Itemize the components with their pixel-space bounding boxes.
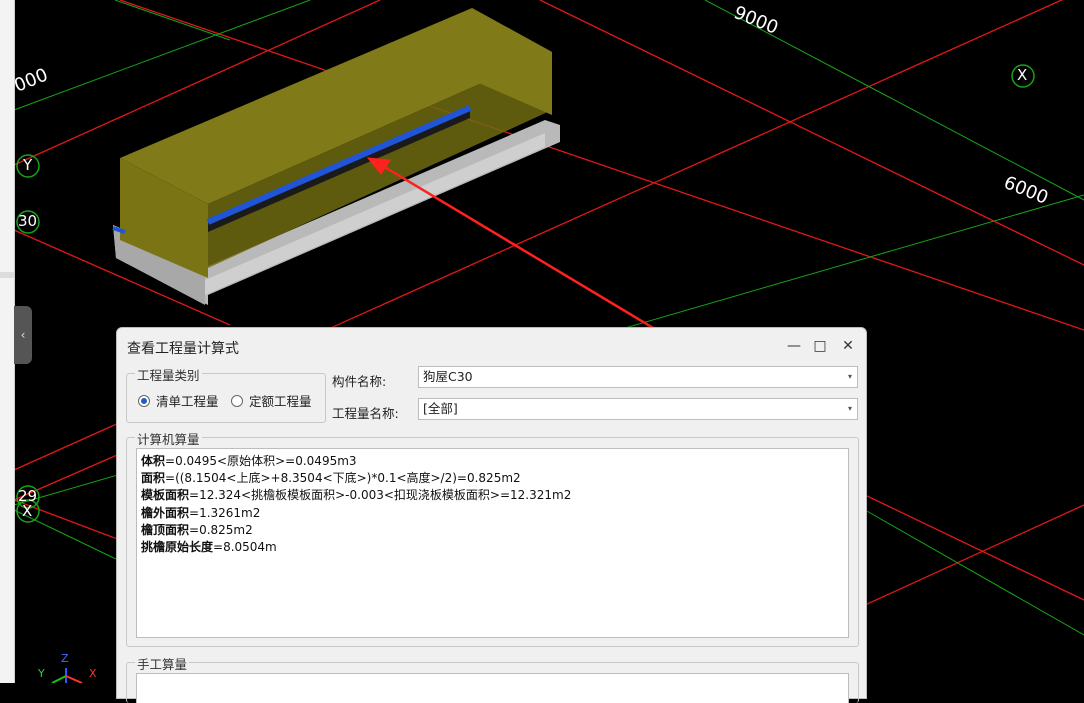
axis-triad bbox=[51, 668, 83, 683]
radio-checked-icon bbox=[138, 394, 150, 407]
formula-line: 面积=((8.1504<上底>+8.3504<下底>)*0.1<高度>/2)=0… bbox=[141, 471, 521, 486]
category-legend: 工程量类别 bbox=[135, 365, 202, 384]
maximize-button[interactable]: □ bbox=[810, 336, 830, 356]
grid-label-30: 30 bbox=[18, 212, 38, 230]
dialog-titlebar[interactable]: 查看工程量计算式 — □ ✕ bbox=[117, 328, 866, 364]
left-panel-strip bbox=[0, 0, 15, 683]
formula-line: 模板面积=12.324<挑檐板模板面积>-0.003<扣现浇板模板面积>=12.… bbox=[141, 488, 572, 503]
radio-unchecked-icon bbox=[231, 394, 243, 407]
collapse-panel-handle[interactable]: ‹ bbox=[14, 306, 32, 364]
formula-line: 檐外面积=1.3261m2 bbox=[141, 505, 261, 520]
close-button[interactable]: ✕ bbox=[838, 336, 858, 356]
axis-triad-x: X bbox=[89, 667, 97, 680]
computed-legend: 计算机算量 bbox=[135, 429, 202, 448]
minimize-icon: — bbox=[787, 338, 801, 354]
component-name-select[interactable]: 狗屋C30 ▾ bbox=[418, 366, 858, 388]
formula-line: 挑檐原始长度=8.0504m bbox=[141, 540, 277, 555]
radio-quota-label: 定额工程量 bbox=[249, 394, 312, 409]
manual-legend: 手工算量 bbox=[135, 654, 190, 673]
quantity-name-value: [全部] bbox=[423, 401, 458, 416]
quantity-formula-dialog: 查看工程量计算式 — □ ✕ 工程量类别 清单工程量 定额工程量 构件名称: 狗… bbox=[116, 327, 867, 703]
axis-triad-y: Y bbox=[38, 667, 45, 680]
dialog-title: 查看工程量计算式 bbox=[127, 341, 239, 357]
radio-quota-quantity[interactable]: 定额工程量 bbox=[231, 391, 312, 410]
axis-triad-z: Z bbox=[61, 652, 69, 665]
grid-label-x-left: X bbox=[22, 502, 33, 520]
formula-line: 檐顶面积=0.825m2 bbox=[141, 522, 253, 537]
close-icon: ✕ bbox=[842, 338, 854, 354]
quantity-name-select[interactable]: [全部] ▾ bbox=[418, 398, 858, 420]
grid-label-x-top: X bbox=[1017, 66, 1028, 84]
computed-quantity-group: 计算机算量 体积=0.0495<原始体积>=0.0495m3 面积=((8.15… bbox=[126, 429, 859, 647]
chevron-down-icon: ▾ bbox=[847, 404, 852, 413]
chevron-left-icon: ‹ bbox=[20, 328, 26, 342]
maximize-icon: □ bbox=[813, 338, 827, 354]
grid-label-y: Y bbox=[23, 156, 33, 174]
category-group: 工程量类别 清单工程量 定额工程量 bbox=[126, 365, 326, 423]
chevron-down-icon: ▾ bbox=[847, 372, 852, 381]
computed-formula-textarea[interactable]: 体积=0.0495<原始体积>=0.0495m3 面积=((8.1504<上底>… bbox=[136, 448, 849, 638]
formula-line: 体积=0.0495<原始体积>=0.0495m3 bbox=[141, 454, 357, 468]
radio-bill-label: 清单工程量 bbox=[156, 394, 219, 409]
minimize-button[interactable]: — bbox=[784, 336, 804, 356]
quantity-name-label: 工程量名称: bbox=[332, 406, 399, 421]
component-name-value: 狗屋C30 bbox=[423, 369, 473, 384]
component-name-label: 构件名称: bbox=[332, 374, 387, 389]
manual-formula-textarea[interactable] bbox=[136, 673, 849, 703]
annotation-arrow bbox=[366, 157, 691, 352]
radio-bill-quantity[interactable]: 清单工程量 bbox=[138, 391, 219, 410]
